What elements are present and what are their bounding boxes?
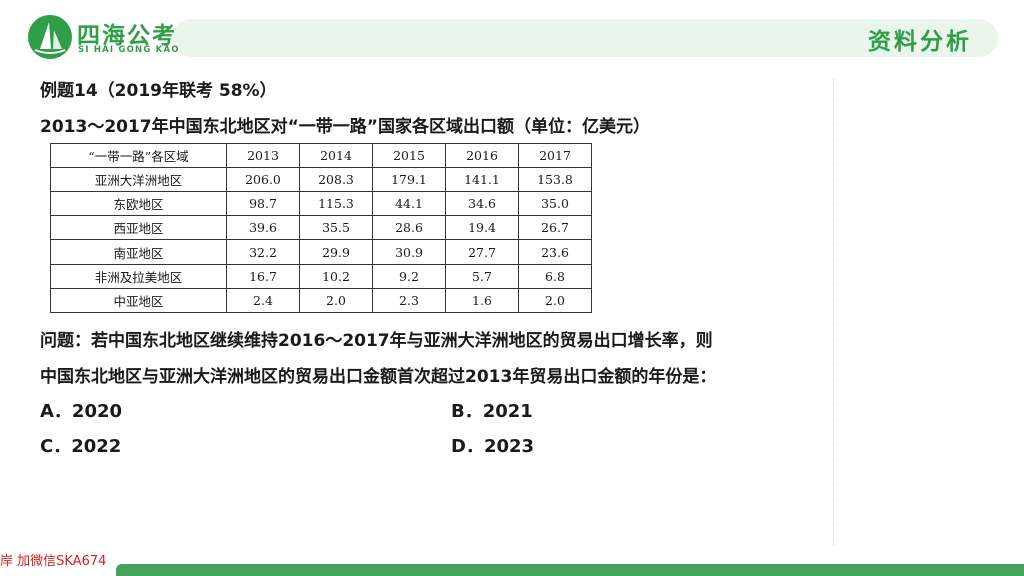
table-row: 南亚地区 32.2 29.9 30.9 27.7 23.6 <box>50 239 592 265</box>
header-cell-2015: 2015 <box>372 143 446 168</box>
sail-logo-icon <box>28 15 72 59</box>
header-cell-2016: 2016 <box>445 143 519 168</box>
table-cell: 98.7 <box>226 191 300 217</box>
question-label: 例题14（2019年联考 58%） <box>40 81 277 101</box>
table-cell: 南亚地区 <box>50 239 227 265</box>
table-title: 2013～2017年中国东北地区对“一带一路”国家各区域出口额（单位：亿美元） <box>40 117 650 137</box>
export-table: “一带一路”各区域 2013 2014 2015 2016 2017 亚洲大洋洲… <box>50 143 592 314</box>
table-cell: 35.0 <box>518 191 592 217</box>
option-d[interactable]: D．2023 <box>451 432 534 458</box>
table-cell: 东欧地区 <box>50 191 227 217</box>
table-cell: 208.3 <box>299 166 373 193</box>
table-cell: 44.1 <box>372 191 446 217</box>
table-cell: 115.3 <box>299 191 373 217</box>
table-cell: 32.2 <box>226 239 300 265</box>
table-cell: 非洲及拉美地区 <box>50 263 227 289</box>
header-cell-2013: 2013 <box>226 143 300 168</box>
table-cell: 35.5 <box>299 215 373 241</box>
option-a[interactable]: A．2020 <box>40 397 122 423</box>
table-cell: 153.8 <box>518 166 592 193</box>
table-row: 西亚地区 39.6 35.5 28.6 19.4 26.7 <box>50 215 592 241</box>
table-cell: 6.8 <box>518 263 592 289</box>
table-cell: 9.2 <box>372 263 446 289</box>
watermark-text: 岸 加微信SKA674 <box>0 554 107 569</box>
question-prompt-line2: 中国东北地区与亚洲大洋洲地区的贸易出口金额首次超过2013年贸易出口金额的年份是… <box>40 367 717 387</box>
table-cell: 2.0 <box>518 287 592 314</box>
table-cell: 28.6 <box>372 215 446 241</box>
table-row: 东欧地区 98.7 115.3 44.1 34.6 35.0 <box>50 191 592 217</box>
option-b[interactable]: B．2021 <box>451 397 533 423</box>
table-cell: 16.7 <box>226 263 300 289</box>
section-title: 资料分析 <box>868 29 972 55</box>
table-cell: 2.0 <box>299 287 373 314</box>
table-cell: 19.4 <box>445 215 519 241</box>
logo: 四海公考 SI HAI GONG KAO <box>27 14 180 62</box>
table-cell: 39.6 <box>226 215 300 241</box>
table-row: 非洲及拉美地区 16.7 10.2 9.2 5.7 6.8 <box>50 263 592 289</box>
table-cell: 30.9 <box>372 239 446 265</box>
table-cell: 2.3 <box>372 287 446 314</box>
table-cell: 141.1 <box>445 166 519 193</box>
footer-bar <box>116 564 1024 576</box>
header-cell-region: “一带一路”各区域 <box>50 143 227 168</box>
header-cell-2017: 2017 <box>518 143 592 168</box>
table-cell: 206.0 <box>226 166 300 193</box>
table-cell: 10.2 <box>299 263 373 289</box>
table-cell: 26.7 <box>518 215 592 241</box>
option-c[interactable]: C．2022 <box>40 432 121 458</box>
table-cell: 179.1 <box>372 166 446 193</box>
table-cell: 1.6 <box>445 287 519 314</box>
table-cell: 5.7 <box>445 263 519 289</box>
table-cell: 亚洲大洋洲地区 <box>50 166 227 193</box>
table-cell: 2.4 <box>226 287 300 314</box>
table-row: 亚洲大洋洲地区 206.0 208.3 179.1 141.1 153.8 <box>50 166 592 193</box>
divider <box>833 78 834 546</box>
table-cell: 29.9 <box>299 239 373 265</box>
header-cell-2014: 2014 <box>299 143 373 168</box>
table-cell: 西亚地区 <box>50 215 227 241</box>
table-cell: 27.7 <box>445 239 519 265</box>
table-cell: 中亚地区 <box>50 287 227 314</box>
table-row: 中亚地区 2.4 2.0 2.3 1.6 2.0 <box>50 287 592 314</box>
table-header-row: “一带一路”各区域 2013 2014 2015 2016 2017 <box>50 143 592 168</box>
question-prompt-line1: 问题：若中国东北地区继续维持2016～2017年与亚洲大洋洲地区的贸易出口增长率… <box>40 331 713 351</box>
table-cell: 34.6 <box>445 191 519 217</box>
table-cell: 23.6 <box>518 239 592 265</box>
logo-subtext: SI HAI GONG KAO <box>78 45 180 55</box>
